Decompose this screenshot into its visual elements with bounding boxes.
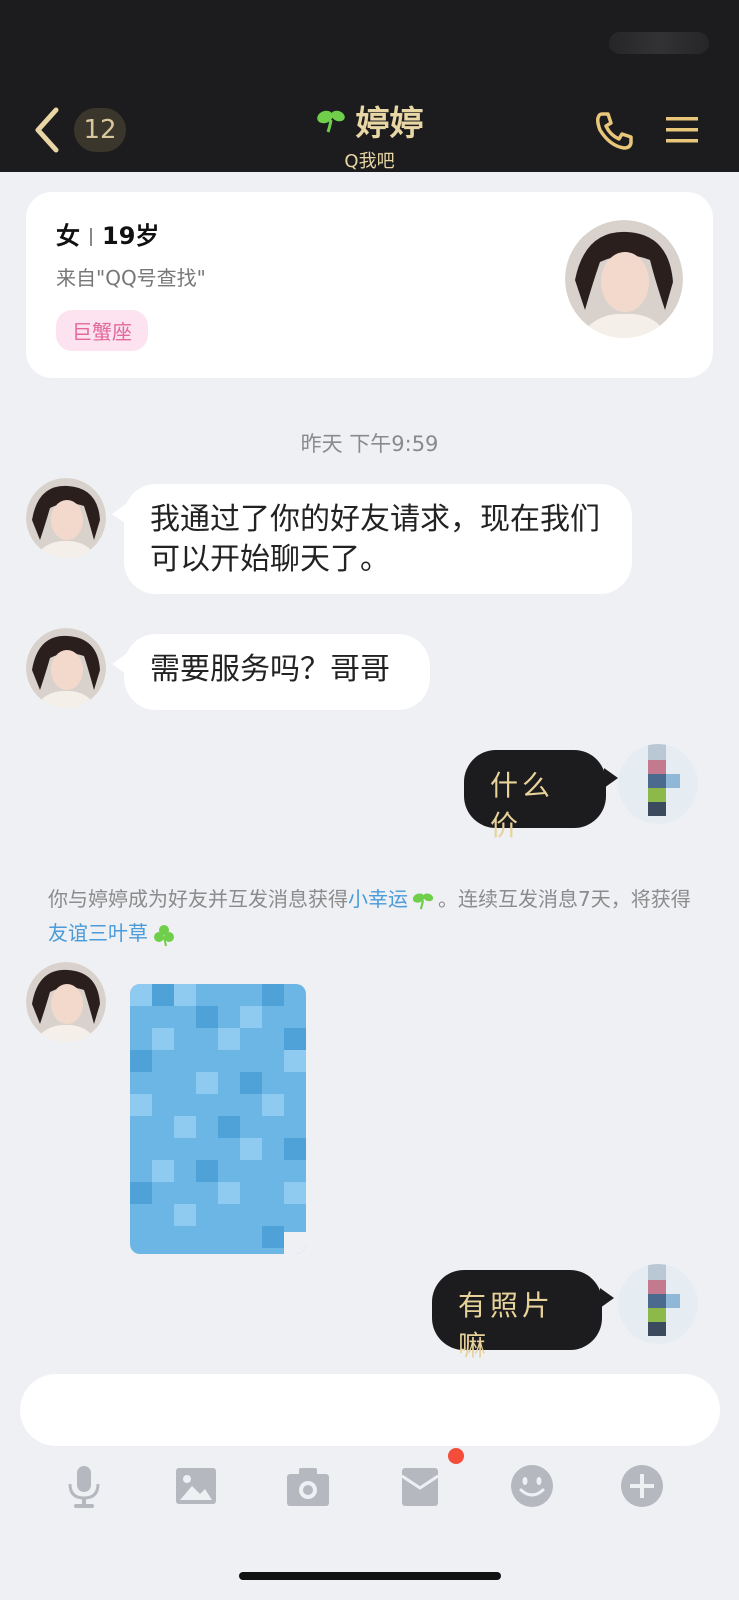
emoji-icon[interactable] bbox=[508, 1462, 556, 1510]
message-input[interactable] bbox=[20, 1374, 720, 1446]
message-bubble-sent[interactable]: 什么价 bbox=[464, 750, 618, 842]
profile-gender-age: 女 19岁 bbox=[56, 216, 159, 251]
notification-dot bbox=[448, 1448, 464, 1464]
message-bubble-received[interactable]: 需要服务吗？哥哥 bbox=[112, 634, 430, 710]
camera-icon[interactable] bbox=[284, 1462, 332, 1510]
image-icon[interactable] bbox=[172, 1462, 220, 1510]
status-bar-blurred bbox=[609, 32, 709, 54]
menu-icon[interactable] bbox=[664, 112, 700, 148]
message-bubble-sent[interactable]: 有照片嘛 bbox=[432, 1270, 614, 1362]
phone-icon[interactable] bbox=[592, 108, 636, 152]
profile-card[interactable]: 女 19岁 来自"QQ号查找" 巨蟹座 bbox=[26, 192, 713, 378]
microphone-icon[interactable] bbox=[60, 1462, 108, 1510]
avatar[interactable] bbox=[26, 962, 106, 1042]
sprout-icon bbox=[316, 110, 345, 132]
zodiac-tag: 巨蟹座 bbox=[56, 310, 148, 351]
red-packet-icon[interactable] bbox=[396, 1462, 444, 1510]
self-avatar-pixelated[interactable] bbox=[618, 1264, 698, 1344]
home-indicator[interactable] bbox=[239, 1572, 501, 1580]
pixelated-photo-message[interactable] bbox=[130, 984, 306, 1254]
avatar[interactable] bbox=[26, 628, 106, 708]
avatar[interactable] bbox=[26, 478, 106, 558]
plus-icon[interactable] bbox=[618, 1462, 666, 1510]
lucky-link[interactable]: 小幸运 bbox=[348, 887, 408, 911]
divider bbox=[90, 228, 92, 246]
system-notice: 你与婷婷成为好友并互发消息获得小幸运 。连续互发消息7天，将获得友谊三叶草 bbox=[48, 882, 708, 950]
title-bar: 12 婷婷 Q我吧 bbox=[0, 0, 739, 172]
chat-toolbar bbox=[0, 1462, 739, 1526]
clover-link[interactable]: 友谊三叶草 bbox=[48, 921, 148, 945]
profile-source: 来自"QQ号查找" bbox=[56, 266, 206, 290]
system-notice-text: 。连续互发消息7天，将获得 bbox=[438, 887, 691, 911]
profile-gender: 女 bbox=[56, 222, 80, 250]
profile-age: 19岁 bbox=[102, 222, 160, 250]
profile-avatar[interactable] bbox=[565, 220, 683, 338]
chat-timestamp: 昨天 下午9:59 bbox=[300, 432, 439, 456]
self-avatar-pixelated[interactable] bbox=[618, 744, 698, 824]
message-bubble-received[interactable]: 我通过了你的好友请求，现在我们可以开始聊天了。 bbox=[112, 484, 632, 594]
clover-icon bbox=[154, 924, 174, 946]
system-notice-text: 你与婷婷成为好友并互发消息获得 bbox=[48, 887, 348, 911]
contact-name: 婷婷 bbox=[355, 104, 424, 144]
sprout-icon bbox=[412, 892, 434, 909]
